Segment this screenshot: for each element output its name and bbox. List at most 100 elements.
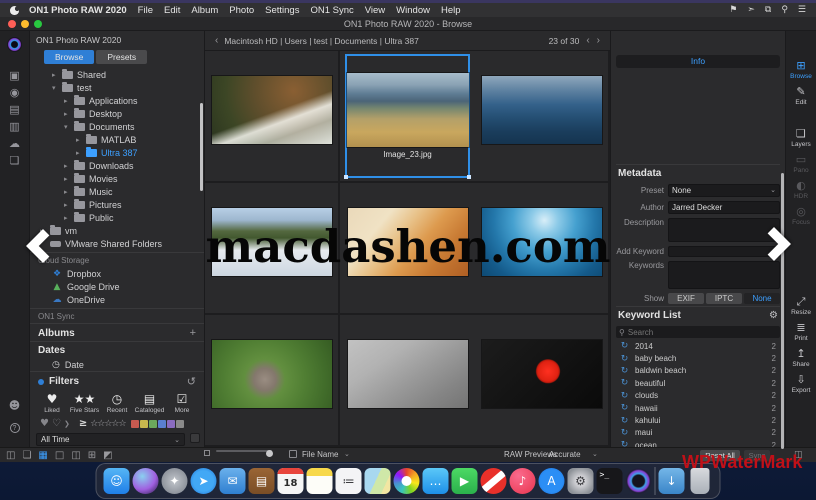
sync-circle-icon[interactable]: ↻ (620, 440, 629, 447)
photo-thumbnail[interactable] (212, 76, 332, 144)
sync-circle-icon[interactable]: ↻ (620, 341, 629, 351)
folder-row[interactable]: ▸ Movies (30, 172, 204, 185)
notes[interactable] (307, 468, 333, 494)
breadcrumb[interactable]: Macintosh HD | Users | test | Documents … (224, 36, 418, 46)
disclosure-chevron-icon[interactable]: ▸ (64, 110, 70, 118)
news[interactable] (481, 468, 507, 494)
devices-icon[interactable]: ▣ (9, 70, 20, 81)
sync-circle-icon[interactable]: ↻ (620, 366, 629, 376)
rating-arrow-icon[interactable]: ❯ (64, 420, 70, 428)
photo-thumbnail[interactable] (348, 340, 468, 408)
gear-icon[interactable]: ⚙ (769, 310, 778, 321)
disclosure-chevron-icon[interactable]: ▾ (52, 84, 58, 92)
folders-icon[interactable]: ▤ (9, 104, 20, 115)
facetime[interactable]: ▶ (452, 468, 478, 494)
folder-row[interactable]: ▸ Ultra 387 (30, 146, 204, 159)
on1-app[interactable] (626, 468, 652, 494)
keyword-row[interactable]: ↻ ocean 2 (616, 439, 780, 447)
color-swatch[interactable] (149, 420, 157, 428)
keyword-row[interactable]: ↻ baldwin beach 2 (616, 365, 780, 377)
sidebar-tab[interactable]: Browse (44, 50, 94, 64)
module-button[interactable]: ▭ Pano (793, 154, 808, 174)
keyword-row[interactable]: ↻ hawaii 2 (616, 402, 780, 414)
photo-cell[interactable] (475, 51, 610, 183)
camera-icon[interactable]: ◉ (9, 87, 20, 98)
sync-circle-icon[interactable]: ↻ (620, 403, 629, 413)
module-button[interactable]: ≣ Print (794, 322, 807, 342)
sidebar-tab[interactable]: Presets (96, 50, 147, 64)
filter-chip[interactable]: ◷ Recent (101, 393, 133, 414)
photo-thumbnail[interactable] (347, 73, 469, 147)
disclosure-chevron-icon[interactable]: ▸ (64, 175, 70, 183)
color-swatch[interactable] (140, 420, 148, 428)
folder-row[interactable]: ▸ Desktop (30, 107, 204, 120)
photo-thumbnail[interactable] (482, 76, 602, 144)
messages[interactable]: … (423, 468, 449, 494)
disclosure-chevron-icon[interactable]: ▸ (76, 136, 82, 144)
author-field[interactable]: Jarred Decker (668, 201, 780, 214)
calendar[interactable]: 18 (278, 468, 304, 494)
disclosure-chevron-icon[interactable]: ▸ (64, 201, 70, 209)
disliked-filter-icon[interactable]: ♡ (52, 418, 61, 429)
sync-circle-icon[interactable]: ↻ (620, 416, 629, 426)
module-button[interactable]: ⇩ Export (792, 374, 811, 394)
menu-item[interactable]: View (365, 5, 385, 16)
folder-row[interactable]: ▾ test (30, 81, 204, 94)
greater-equal-icon[interactable]: ≥ (79, 418, 87, 429)
terminal[interactable]: >_ (597, 468, 623, 494)
module-button[interactable]: ⊞ Browse (790, 60, 812, 80)
divider[interactable] (655, 467, 656, 495)
disclosure-chevron-icon[interactable]: ▸ (64, 214, 70, 222)
filter-chip[interactable]: ☑ More (166, 393, 198, 414)
photo-thumbnail[interactable] (482, 340, 602, 408)
sidebar-scrollbar[interactable] (200, 103, 203, 191)
mail[interactable]: ✉ (220, 468, 246, 494)
system-preferences[interactable]: ⚙ (568, 468, 594, 494)
albums-header[interactable]: Albums + (30, 323, 204, 341)
show-segment-button[interactable]: IPTC (706, 293, 742, 304)
downloads[interactable]: ↓ (659, 468, 685, 494)
albums-icon[interactable]: ❏ (9, 155, 20, 166)
apple-menu-icon[interactable] (10, 6, 19, 15)
folder-row[interactable]: ▸ Public (30, 211, 204, 224)
split-view-icon[interactable]: ◩ (103, 450, 112, 461)
color-swatch[interactable] (167, 420, 175, 428)
keyword-search[interactable]: ⚲ (616, 326, 780, 338)
module-button[interactable]: ◎ Focus (792, 206, 810, 226)
control-center-icon[interactable]: ☰ (798, 5, 806, 15)
folder-row[interactable]: ▸ MATLAB (30, 133, 204, 146)
color-swatch[interactable] (158, 420, 166, 428)
module-button[interactable]: ❏ Layers (791, 128, 811, 148)
slider-knob[interactable] (266, 450, 273, 457)
close-window-button[interactable] (8, 20, 16, 28)
folder-row[interactable]: ▾ Documents (30, 120, 204, 133)
disclosure-chevron-icon[interactable]: ▸ (76, 149, 82, 157)
prev-photo-icon[interactable]: ‹ (586, 35, 589, 46)
folder-row[interactable]: ▸ Applications (30, 94, 204, 107)
cloud-service-row[interactable]: ▲ Google Drive (30, 280, 204, 293)
safari[interactable]: ➤ (191, 468, 217, 494)
folder-row[interactable]: ▸ vm (30, 224, 204, 237)
keyword-row[interactable]: ↻ beautiful 2 (616, 377, 780, 389)
drive-icon[interactable]: ▥ (9, 121, 20, 132)
music[interactable]: ♪ (510, 468, 536, 494)
contacts[interactable]: ▤ (249, 468, 275, 494)
menu-item[interactable]: Settings (265, 5, 299, 16)
finder[interactable]: ☺ (104, 468, 130, 494)
photo-cell[interactable] (475, 315, 610, 447)
menu-item[interactable]: Edit (164, 5, 180, 16)
sync-circle-icon[interactable]: ↻ (620, 378, 629, 388)
date-item[interactable]: ◷ Date (30, 358, 204, 371)
photo-cell[interactable] (205, 315, 340, 447)
photo-cell[interactable] (340, 315, 475, 447)
menu-item[interactable]: Window (396, 5, 430, 16)
cursor-icon[interactable]: ➣ (747, 5, 755, 15)
folder-row[interactable]: ▸ Music (30, 185, 204, 198)
menu-item[interactable]: ON1 Sync (310, 5, 353, 16)
time-filter-option-box[interactable] (190, 433, 200, 443)
menu-item[interactable]: Photo (229, 5, 254, 16)
spotlight-icon[interactable]: ⚲ (781, 5, 788, 15)
filter-chip[interactable]: ▤ Cataloged (134, 393, 166, 414)
help-icon[interactable]: ? (10, 423, 20, 433)
keyword-row[interactable]: ↻ 2014 2 (616, 340, 780, 352)
